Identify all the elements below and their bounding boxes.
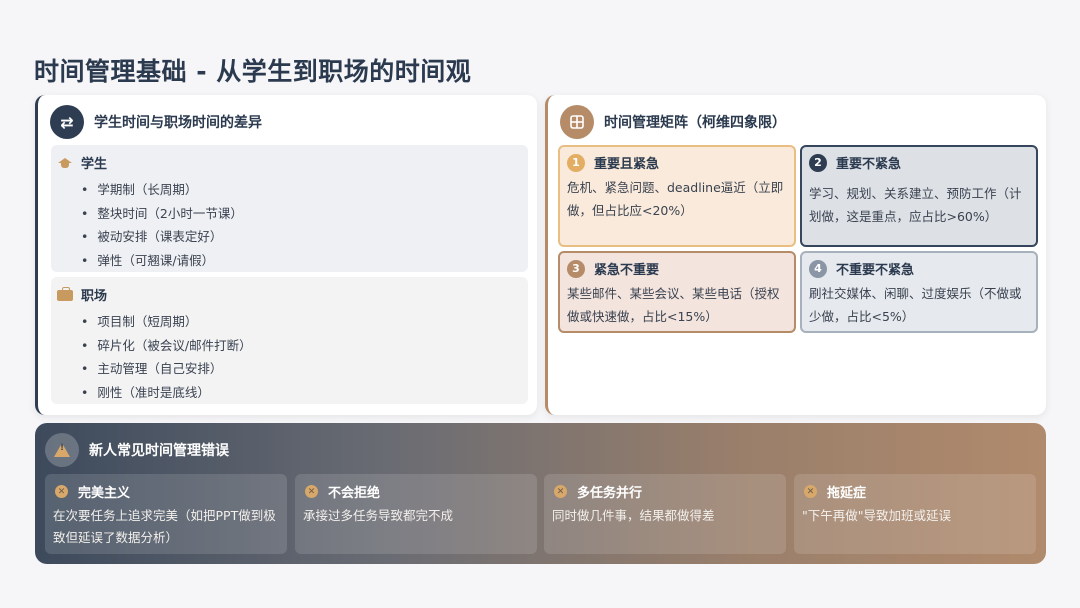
quadrant-title: 重要且紧急 bbox=[594, 157, 660, 172]
mistake-card: ✕ 拖延症 "下午再做"导致加班或延误 bbox=[794, 474, 1036, 554]
student-list: 学期制（长周期） 整块时间（2小时一节课） 被动安排（课表定好） 弹性（可翘课/… bbox=[57, 178, 528, 272]
warning-icon: ! bbox=[45, 433, 79, 467]
mistake-text: "下午再做"导致加班或延误 bbox=[802, 508, 951, 523]
quadrant-text: 刷社交媒体、闲聊、过度娱乐（不做或少做，占比<5%） bbox=[809, 286, 1022, 324]
quadrant-urgent-not-important: 3 紧急不重要 某些邮件、某些会议、某些电话（授权做或快速做，占比<15%） bbox=[558, 251, 796, 333]
student-group-header: 学生 bbox=[57, 153, 528, 172]
quadrant-title: 紧急不重要 bbox=[594, 263, 660, 278]
list-item: 被动安排（课表定好） bbox=[81, 225, 528, 249]
briefcase-icon bbox=[57, 287, 73, 301]
quadrant-text: 危机、紧急问题、deadline逼近（立即做，但占比应<20%） bbox=[567, 180, 784, 218]
list-item: 碎片化（被会议/邮件打断） bbox=[81, 334, 528, 358]
swap-arrows-icon: ⇄ bbox=[50, 105, 84, 139]
mistake-title: 完美主义 bbox=[78, 486, 131, 501]
quadrant-header: 1 重要且紧急 bbox=[567, 153, 787, 172]
list-item: 项目制（短周期） bbox=[81, 310, 528, 334]
covey-matrix-card: 时间管理矩阵（柯维四象限） 1 重要且紧急 危机、紧急问题、deadline逼近… bbox=[545, 95, 1046, 415]
mistake-header: ✕ 不会拒绝 bbox=[303, 482, 529, 501]
mistake-card: ✕ 完美主义 在次要任务上追求完美（如把PPT做到极致但延误了数据分析） bbox=[45, 474, 287, 554]
list-item: 主动管理（自己安排） bbox=[81, 357, 528, 381]
quadrant-number: 1 bbox=[567, 153, 585, 172]
mistake-title: 不会拒绝 bbox=[328, 486, 381, 501]
mistake-header: ✕ 多任务并行 bbox=[552, 482, 778, 501]
close-circle-icon: ✕ bbox=[554, 485, 567, 498]
list-item: 弹性（可翘课/请假） bbox=[81, 249, 528, 273]
mistake-card: ✕ 不会拒绝 承接过多任务导致都完不成 bbox=[295, 474, 537, 554]
mistake-card: ✕ 多任务并行 同时做几件事，结果都做得差 bbox=[544, 474, 786, 554]
page-title: 时间管理基础 - 从学生到职场的时间观 bbox=[34, 57, 472, 86]
quadrant-header: 2 重要不紧急 bbox=[809, 153, 1029, 172]
card-title: 学生时间与职场时间的差异 bbox=[94, 115, 262, 131]
mistake-text: 同时做几件事，结果都做得差 bbox=[552, 508, 715, 523]
quadrant-text: 某些邮件、某些会议、某些电话（授权做或快速做，占比<15%） bbox=[567, 286, 780, 324]
close-circle-icon: ✕ bbox=[305, 485, 318, 498]
close-circle-icon: ✕ bbox=[804, 485, 817, 498]
common-mistakes-panel: ! 新人常见时间管理错误 ✕ 完美主义 在次要任务上追求完美（如把PPT做到极致… bbox=[35, 423, 1046, 564]
workplace-list: 项目制（短周期） 碎片化（被会议/邮件打断） 主动管理（自己安排） 刚性（准时是… bbox=[57, 310, 528, 404]
quadrant-text: 学习、规划、关系建立、预防工作（计划做，这是重点，应占比>60%） bbox=[809, 186, 1022, 224]
quadrant-not-important-not-urgent: 4 不重要不紧急 刷社交媒体、闲聊、过度娱乐（不做或少做，占比<5%） bbox=[800, 251, 1038, 333]
quadrant-number: 3 bbox=[567, 259, 585, 278]
list-item: 学期制（长周期） bbox=[81, 178, 528, 202]
workplace-group: 职场 项目制（短周期） 碎片化（被会议/邮件打断） 主动管理（自己安排） 刚性（… bbox=[51, 277, 528, 404]
mistake-header: ✕ 拖延症 bbox=[802, 482, 1028, 501]
quadrant-number: 2 bbox=[809, 153, 827, 172]
mistake-title: 拖延症 bbox=[827, 486, 867, 501]
card-header: ⇄ 学生时间与职场时间的差异 bbox=[50, 105, 262, 139]
grid-icon bbox=[560, 105, 594, 139]
card-header: 时间管理矩阵（柯维四象限） bbox=[560, 105, 786, 139]
quadrant-urgent-important: 1 重要且紧急 危机、紧急问题、deadline逼近（立即做，但占比应<20%） bbox=[558, 145, 796, 247]
mistake-title: 多任务并行 bbox=[577, 486, 643, 501]
workplace-group-header: 职场 bbox=[57, 285, 528, 304]
quadrant-number: 4 bbox=[809, 259, 827, 278]
graduation-cap-icon bbox=[57, 156, 73, 170]
student-vs-work-card: ⇄ 学生时间与职场时间的差异 学生 学期制（长周期） 整块时间（2小时一节课） … bbox=[35, 95, 537, 415]
mistake-text: 在次要任务上追求完美（如把PPT做到极致但延误了数据分析） bbox=[53, 508, 276, 545]
quadrant-title: 重要不紧急 bbox=[836, 157, 902, 172]
card-title: 时间管理矩阵（柯维四象限） bbox=[604, 115, 786, 131]
mistake-header: ✕ 完美主义 bbox=[53, 482, 279, 501]
group-title: 学生 bbox=[81, 157, 108, 172]
mistake-text: 承接过多任务导致都完不成 bbox=[303, 508, 454, 523]
quadrant-important-not-urgent: 2 重要不紧急 学习、规划、关系建立、预防工作（计划做，这是重点，应占比>60%… bbox=[800, 145, 1038, 247]
quadrant-header: 4 不重要不紧急 bbox=[809, 259, 1029, 278]
panel-header: ! 新人常见时间管理错误 bbox=[45, 433, 229, 467]
list-item: 整块时间（2小时一节课） bbox=[81, 202, 528, 226]
student-group: 学生 学期制（长周期） 整块时间（2小时一节课） 被动安排（课表定好） 弹性（可… bbox=[51, 145, 528, 272]
quadrant-header: 3 紧急不重要 bbox=[567, 259, 787, 278]
close-circle-icon: ✕ bbox=[55, 485, 68, 498]
list-item: 刚性（准时是底线） bbox=[81, 381, 528, 405]
quadrant-title: 不重要不紧急 bbox=[836, 263, 915, 278]
group-title: 职场 bbox=[81, 289, 108, 304]
panel-title: 新人常见时间管理错误 bbox=[89, 443, 229, 459]
